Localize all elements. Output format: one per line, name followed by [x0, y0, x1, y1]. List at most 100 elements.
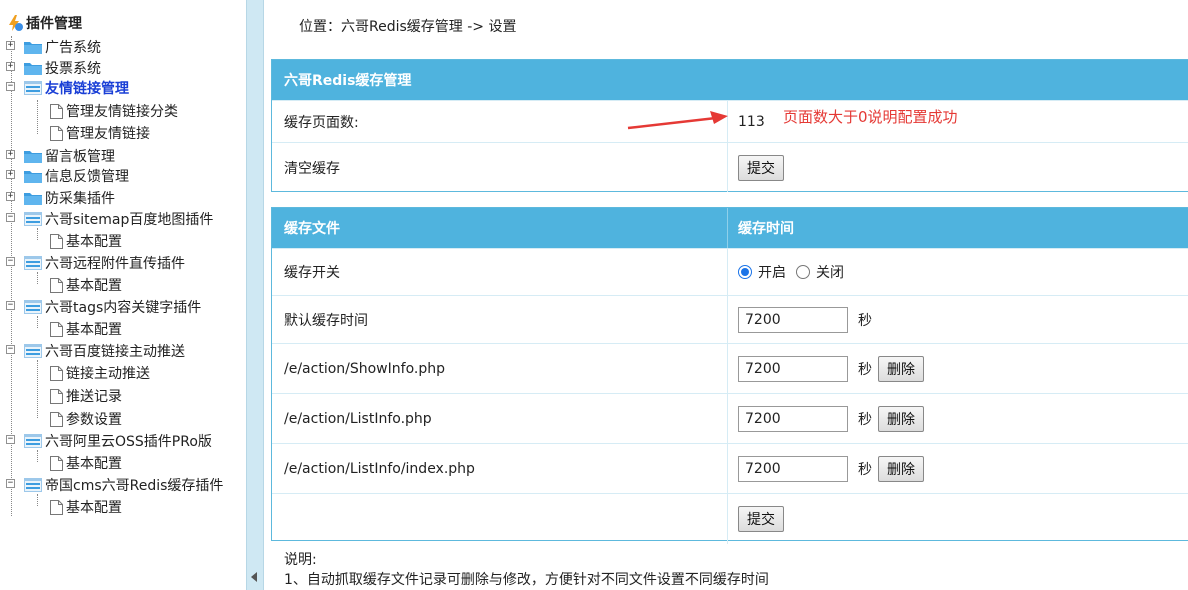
- tree-node-label: 友情链接管理: [45, 81, 129, 97]
- tree-leaf-tags-config[interactable]: 基本配置: [50, 318, 122, 340]
- tree-node-label: 基本配置: [66, 278, 122, 294]
- tree-node-label: 六哥远程附件直传插件: [45, 256, 185, 272]
- default-time-input[interactable]: 7200: [738, 306, 848, 333]
- unit-label: 秒: [858, 411, 872, 428]
- unit-label: 秒: [858, 361, 872, 378]
- tree-leaf-oss-config[interactable]: 基本配置: [50, 452, 122, 474]
- file-icon: [50, 233, 63, 249]
- file-row: /e/action/ListInfo/index.php 7200 秒 删除: [272, 443, 1188, 493]
- cache-on-radio[interactable]: [738, 265, 752, 279]
- col-cache-time: 缓存时间: [738, 221, 794, 237]
- tree-node-label: 基本配置: [66, 456, 122, 472]
- cache-on-label: 开启: [758, 265, 786, 281]
- tree-node-label: 六哥tags内容关键字插件: [45, 300, 202, 316]
- tree-leaf-remote-config[interactable]: 基本配置: [50, 274, 122, 296]
- expand-icon[interactable]: +: [6, 170, 15, 179]
- tree-node-ads[interactable]: + 广告系统: [6, 36, 101, 58]
- cache-files-header: 缓存文件 缓存时间: [272, 208, 1188, 248]
- tree-node-label: 基本配置: [66, 322, 122, 338]
- col-cache-file: 缓存文件: [272, 208, 728, 248]
- collapse-icon[interactable]: −: [6, 479, 15, 488]
- tree-node-feedback[interactable]: + 信息反馈管理: [6, 165, 129, 187]
- clear-cache-row: 清空缓存 提交: [272, 142, 1188, 192]
- tree-node-redis[interactable]: − 帝国cms六哥Redis缓存插件: [6, 474, 224, 496]
- tree-root[interactable]: 插件管理: [6, 12, 82, 34]
- tree-node-links[interactable]: − 友情链接管理: [6, 77, 129, 99]
- tree-leaf-push-link[interactable]: 链接主动推送: [50, 362, 150, 384]
- file-icon: [50, 455, 63, 471]
- default-time-row: 默认缓存时间 7200 秒: [272, 295, 1188, 343]
- file-time-input[interactable]: 7200: [738, 405, 848, 432]
- expand-icon[interactable]: +: [6, 150, 15, 159]
- folder-icon: [24, 193, 42, 205]
- folder-open-icon: [24, 256, 42, 270]
- collapse-icon[interactable]: −: [6, 301, 15, 310]
- tree-node-label: 信息反馈管理: [45, 169, 129, 185]
- collapse-icon[interactable]: −: [6, 345, 15, 354]
- tree-node-vote[interactable]: + 投票系统: [6, 57, 101, 79]
- tree-node-guestbook[interactable]: + 留言板管理: [6, 145, 115, 167]
- annotation-arrow-icon: [627, 111, 728, 130]
- folder-icon: [24, 63, 42, 75]
- tree-leaf-redis-config[interactable]: 基本配置: [50, 496, 122, 518]
- clear-cache-submit-button[interactable]: 提交: [738, 154, 784, 181]
- folder-open-icon: [24, 478, 42, 492]
- panel-title: 六哥Redis缓存管理: [272, 60, 1188, 100]
- tree-node-sitemap[interactable]: − 六哥sitemap百度地图插件: [6, 208, 213, 230]
- cache-off-label: 关闭: [816, 265, 844, 281]
- tree-leaf-link-manage[interactable]: 管理友情链接: [50, 122, 150, 144]
- folder-open-icon: [24, 300, 42, 314]
- file-icon: [50, 499, 63, 515]
- delete-button[interactable]: 删除: [878, 455, 924, 482]
- file-time-input[interactable]: 7200: [738, 455, 848, 482]
- tree-node-label: 基本配置: [66, 234, 122, 250]
- instructions: 说明: 1、自动抓取缓存文件记录可删除与修改，方便针对不同文件设置不同缓存时间: [284, 550, 769, 590]
- folder-open-icon: [24, 212, 42, 226]
- tree-leaf-push-log[interactable]: 推送记录: [50, 385, 122, 407]
- expand-icon[interactable]: +: [6, 41, 15, 50]
- expand-icon[interactable]: +: [6, 192, 15, 201]
- file-icon: [50, 125, 63, 141]
- tree-node-oss[interactable]: − 六哥阿里云OSS插件PRo版: [6, 430, 212, 452]
- tree-node-label: 推送记录: [66, 389, 122, 405]
- file-icon: [50, 103, 63, 119]
- sidebar-splitter[interactable]: [246, 0, 264, 590]
- tree-leaf-sitemap-config[interactable]: 基本配置: [50, 230, 122, 252]
- collapse-sidebar-icon[interactable]: [251, 572, 257, 582]
- collapse-icon[interactable]: −: [6, 213, 15, 222]
- collapse-icon[interactable]: −: [6, 82, 15, 91]
- save-submit-button[interactable]: 提交: [738, 506, 784, 532]
- cache-switch-row: 缓存开关 开启 关闭: [272, 248, 1188, 295]
- tree-node-remote-upload[interactable]: − 六哥远程附件直传插件: [6, 252, 185, 274]
- tree-node-label: 广告系统: [45, 40, 101, 56]
- empty-cell: [272, 494, 728, 544]
- file-time-input[interactable]: 7200: [738, 355, 848, 382]
- clear-cache-label: 清空缓存: [272, 143, 728, 192]
- tree-node-baidu-push[interactable]: − 六哥百度链接主动推送: [6, 340, 185, 362]
- cache-switch-label: 缓存开关: [272, 249, 728, 295]
- breadcrumb: 位置：六哥Redis缓存管理 -> 设置: [299, 19, 517, 35]
- file-icon: [50, 388, 63, 404]
- plugin-root-icon: [9, 15, 23, 31]
- file-icon: [50, 365, 63, 381]
- tree-node-anticollect[interactable]: + 防采集插件: [6, 187, 115, 209]
- instructions-line: 1、自动抓取缓存文件记录可删除与修改，方便针对不同文件设置不同缓存时间: [284, 572, 769, 588]
- delete-button[interactable]: 删除: [878, 405, 924, 432]
- expand-icon[interactable]: +: [6, 62, 15, 71]
- tree-node-label: 帝国cms六哥Redis缓存插件: [45, 478, 224, 494]
- file-path: /e/action/ListInfo.php: [272, 394, 728, 443]
- tree-leaf-link-category[interactable]: 管理友情链接分类: [50, 100, 178, 122]
- folder-open-icon: [24, 81, 42, 95]
- tree-node-tags[interactable]: − 六哥tags内容关键字插件: [6, 296, 202, 318]
- cache-off-radio[interactable]: [796, 265, 810, 279]
- collapse-icon[interactable]: −: [6, 257, 15, 266]
- file-row: /e/action/ShowInfo.php 7200 秒 删除: [272, 343, 1188, 393]
- file-icon: [50, 277, 63, 293]
- collapse-icon[interactable]: −: [6, 435, 15, 444]
- tree-leaf-push-params[interactable]: 参数设置: [50, 408, 122, 430]
- submit-row: 提交: [272, 493, 1188, 544]
- folder-icon: [24, 151, 42, 163]
- file-icon: [50, 411, 63, 427]
- tree-node-label: 留言板管理: [45, 149, 115, 165]
- delete-button[interactable]: 删除: [878, 355, 924, 382]
